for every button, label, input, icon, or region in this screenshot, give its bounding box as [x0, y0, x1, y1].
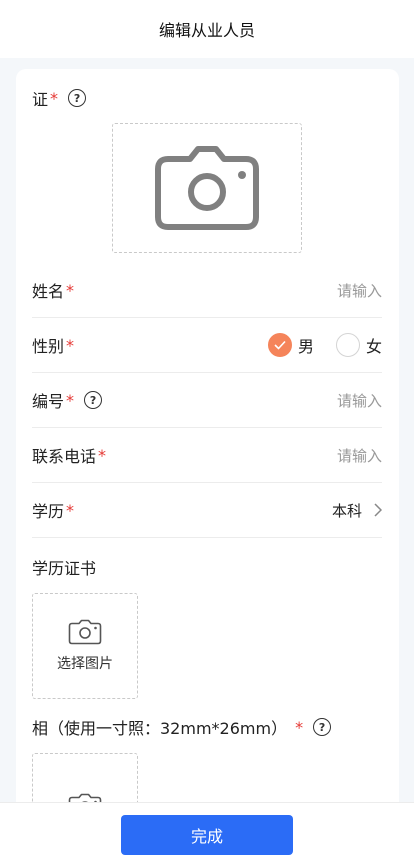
form-card: 证 * ? 姓名 * 请输入 性别 * 男 女 编号 * ? 请输入 联系电话 … — [16, 69, 399, 829]
phone-input[interactable]: 请输入 — [337, 445, 382, 466]
number-input[interactable]: 请输入 — [337, 390, 382, 411]
upload-text: 选择图片 — [57, 656, 113, 672]
education-value: 本科 — [331, 501, 362, 520]
education-select[interactable]: 本科 — [332, 500, 382, 521]
name-row[interactable]: 姓名 * 请输入 — [32, 263, 382, 318]
required-mark: * — [66, 390, 75, 410]
gender-option-label: 女 — [365, 337, 382, 356]
page-title: 编辑从业人员 — [158, 21, 255, 40]
help-icon[interactable]: ? — [84, 391, 103, 409]
phone-label: 联系电话 — [32, 447, 97, 466]
gender-option-label: 男 — [297, 337, 314, 356]
nav-bar: 编辑从业人员 — [0, 0, 414, 58]
photo-label: 相（使用一寸照：32mm*26mm） — [32, 719, 288, 738]
required-mark: * — [98, 445, 107, 465]
gender-label: 性别 — [32, 337, 65, 356]
radio-checked-icon — [267, 333, 292, 357]
edu-certificate-upload[interactable]: 选择图片 — [32, 593, 138, 699]
gender-radio-male[interactable]: 男 — [267, 333, 314, 357]
gender-row: 性别 * 男 女 — [32, 318, 382, 373]
camera-icon — [68, 619, 102, 645]
required-mark: * — [66, 500, 75, 520]
certificate-label-row: 证 * ? — [32, 86, 87, 110]
certificate-label: 证 — [32, 90, 49, 109]
education-label: 学历 — [32, 502, 65, 521]
name-label: 姓名 — [32, 282, 65, 301]
photo-label-row: 相（使用一寸照：32mm*26mm） * ? — [32, 715, 332, 739]
number-row[interactable]: 编号 * ? 请输入 — [32, 373, 382, 428]
required-mark: * — [295, 717, 304, 737]
footer-bar: 完成 — [0, 802, 414, 866]
required-mark: * — [50, 88, 59, 108]
radio-unchecked-icon — [335, 333, 360, 357]
chevron-right-icon — [374, 503, 382, 517]
done-button[interactable]: 完成 — [121, 814, 293, 855]
gender-radio-female[interactable]: 女 — [335, 333, 382, 357]
edu-certificate-label: 学历证书 — [32, 559, 97, 578]
required-mark: * — [66, 335, 75, 355]
help-icon[interactable]: ? — [313, 718, 332, 736]
number-label: 编号 — [32, 392, 65, 411]
gender-radio-group: 男 女 — [246, 333, 382, 357]
camera-icon — [155, 146, 259, 230]
education-row[interactable]: 学历 * 本科 — [32, 483, 382, 538]
required-mark: * — [66, 280, 75, 300]
help-icon[interactable]: ? — [68, 89, 87, 107]
phone-row[interactable]: 联系电话 * 请输入 — [32, 428, 382, 483]
certificate-upload[interactable] — [112, 123, 302, 253]
name-input[interactable]: 请输入 — [337, 280, 382, 301]
